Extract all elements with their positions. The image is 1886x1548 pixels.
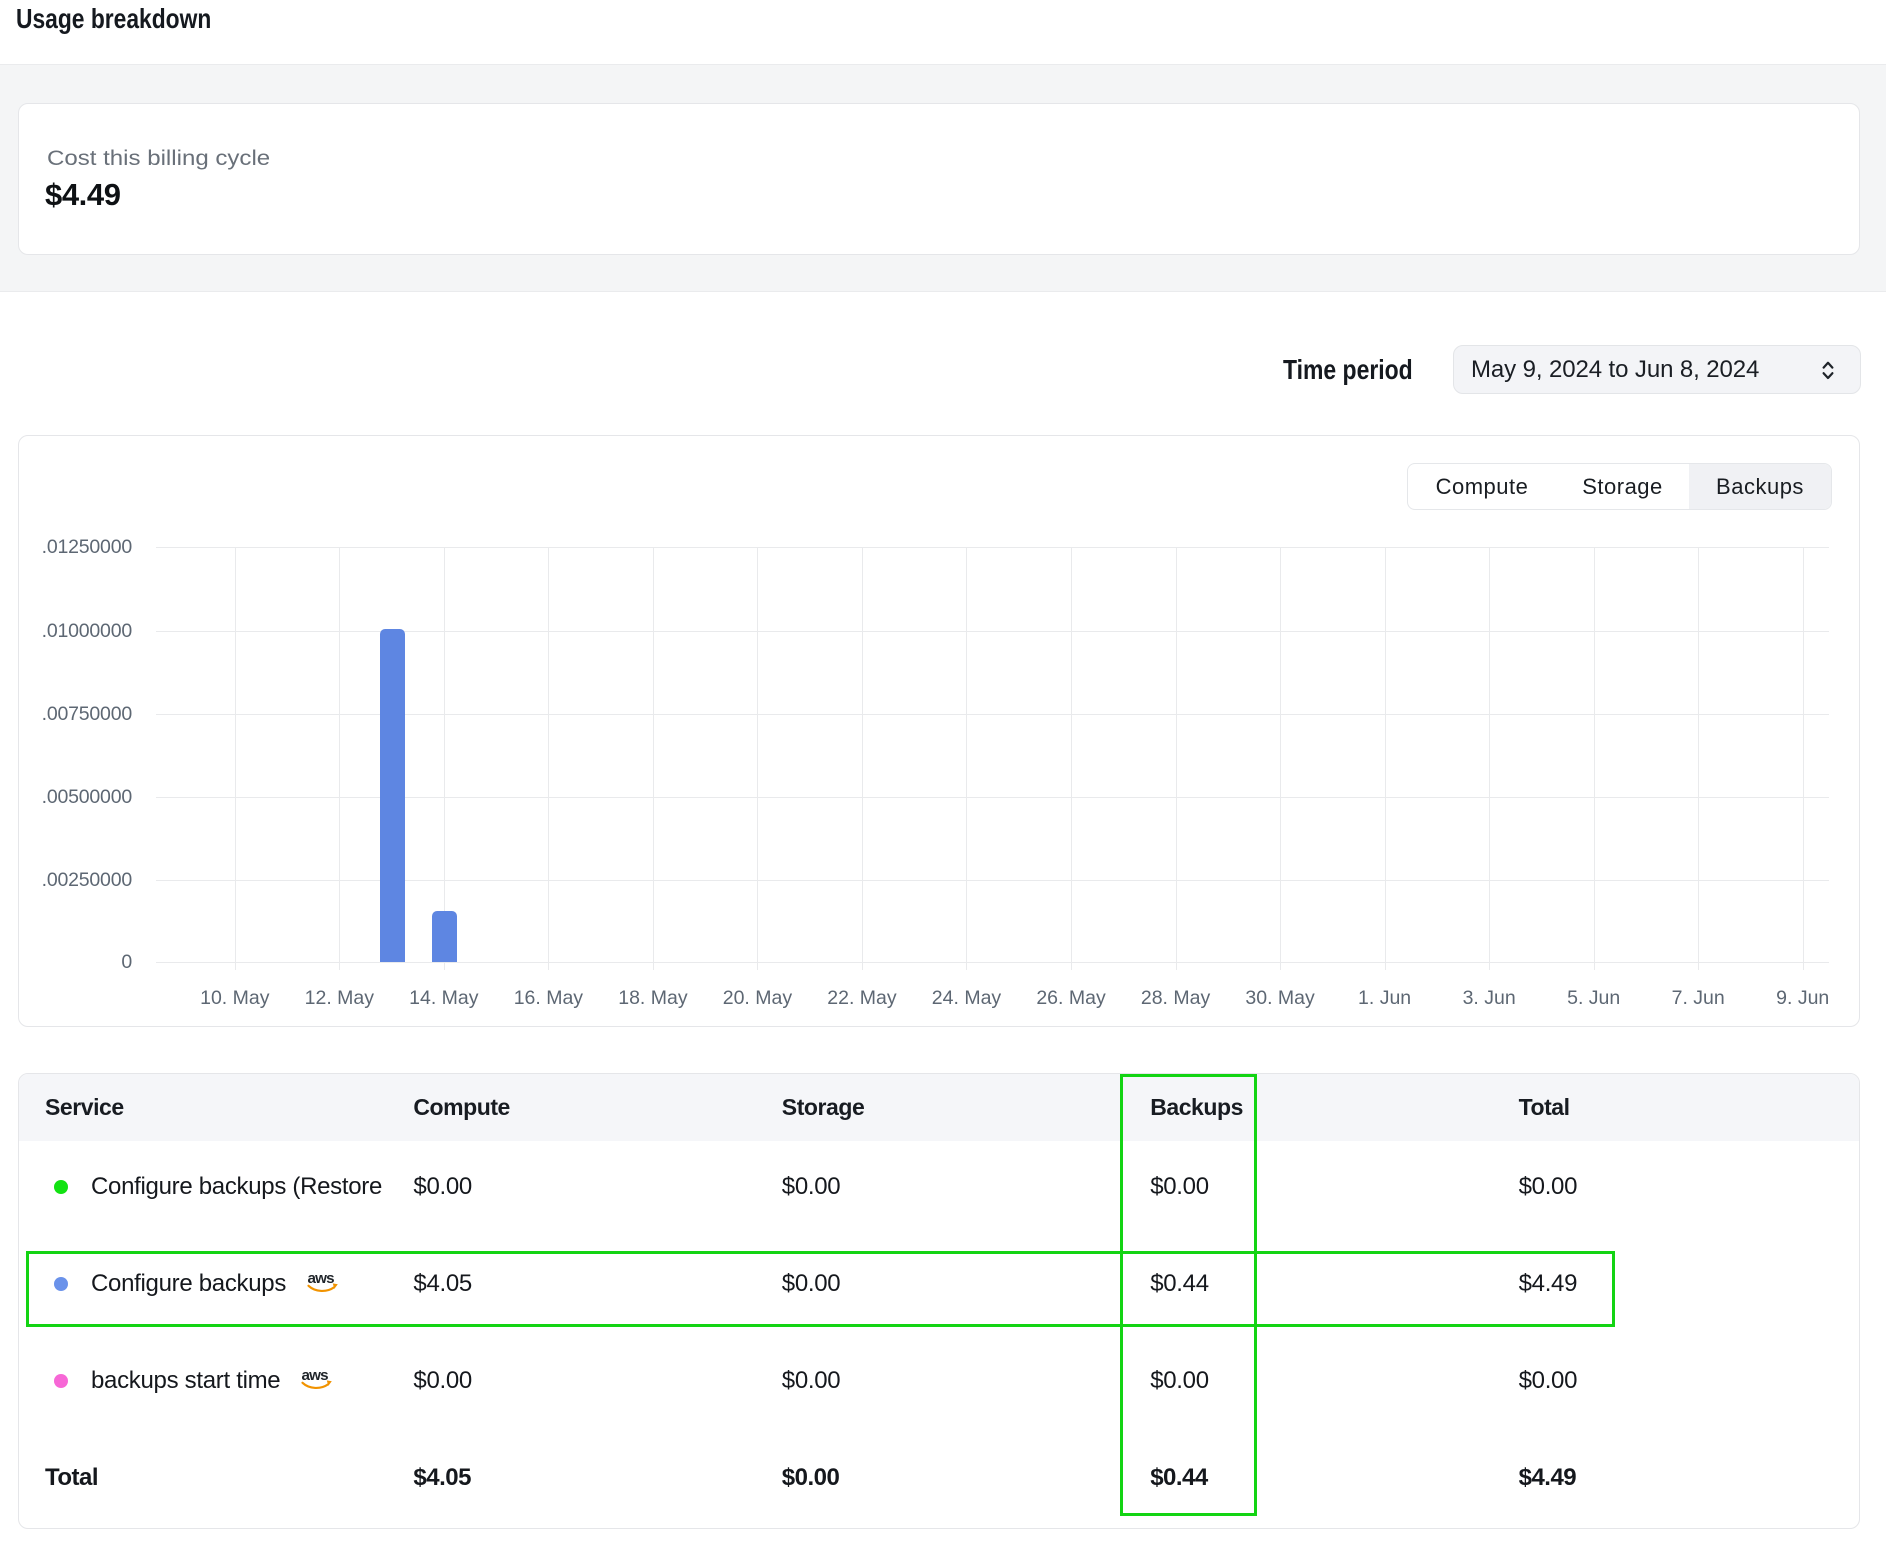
svg-text:aws: aws — [302, 1367, 329, 1384]
